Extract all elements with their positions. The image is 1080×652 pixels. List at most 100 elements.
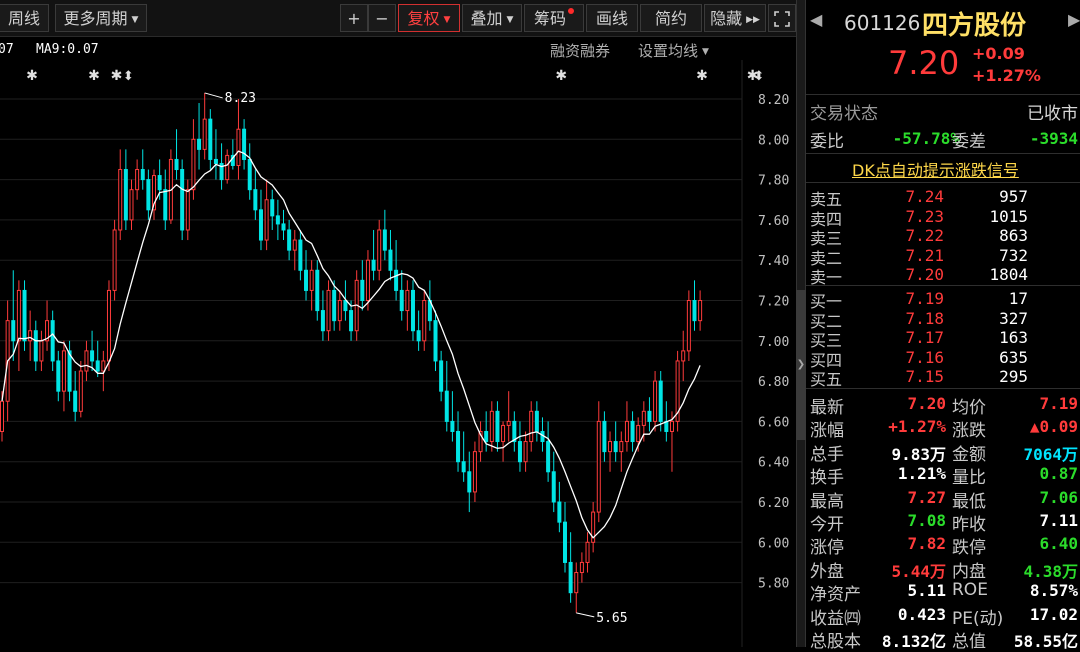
candle-body[interactable]: [174, 158, 179, 171]
candle-body[interactable]: [67, 350, 72, 392]
candle-body[interactable]: [534, 410, 539, 432]
simple-mode-button[interactable]: 简约: [640, 4, 702, 32]
candle-body[interactable]: [304, 269, 309, 291]
candle-body[interactable]: [101, 360, 106, 372]
candle-body[interactable]: [653, 380, 658, 422]
candle-body[interactable]: [292, 239, 297, 251]
candle-body[interactable]: [275, 215, 280, 225]
zoom-out-button[interactable]: −: [368, 4, 396, 32]
candle-body[interactable]: [90, 350, 95, 362]
candle-body[interactable]: [517, 441, 522, 463]
candle-body[interactable]: [557, 501, 562, 523]
candle-body[interactable]: [624, 420, 629, 443]
candle-body[interactable]: [73, 390, 78, 412]
ma-settings-dropdown[interactable]: 设置均线 ▼: [638, 40, 709, 61]
candle-body[interactable]: [78, 370, 83, 412]
candle-body[interactable]: [529, 410, 534, 443]
candle-body[interactable]: [456, 430, 461, 463]
candle-body[interactable]: [28, 330, 33, 342]
candle-body[interactable]: [163, 189, 168, 221]
candle-body[interactable]: [61, 350, 66, 392]
hide-button[interactable]: 隐藏 ▶▶: [704, 4, 766, 32]
dk-signal-link[interactable]: DK点自动提示涨跌信号: [852, 157, 1019, 181]
overlay-dropdown[interactable]: 叠加 ▼: [462, 4, 522, 32]
candle-body[interactable]: [298, 239, 303, 271]
candle-body[interactable]: [309, 269, 314, 291]
candle-body[interactable]: [467, 471, 472, 493]
candle-body[interactable]: [16, 289, 21, 342]
candle-body[interactable]: [146, 179, 151, 211]
candle-body[interactable]: [236, 128, 241, 166]
candle-body[interactable]: [563, 521, 567, 563]
candle-body[interactable]: [608, 441, 613, 453]
candle-body[interactable]: [140, 169, 145, 181]
candle-body[interactable]: [416, 330, 421, 342]
event-star-icon[interactable]: ✱: [88, 68, 100, 84]
candle-body[interactable]: [377, 229, 382, 271]
draw-line-button[interactable]: 画线: [586, 4, 638, 32]
candle-body[interactable]: [326, 289, 331, 332]
event-arrow-icon[interactable]: ⬍: [123, 69, 134, 84]
candle-body[interactable]: [197, 138, 202, 150]
candle-body[interactable]: [253, 189, 258, 211]
candle-body[interactable]: [546, 441, 551, 473]
candle-body[interactable]: [264, 199, 269, 241]
candle-body[interactable]: [568, 561, 573, 594]
candle-body[interactable]: [332, 289, 337, 322]
candle-body[interactable]: [388, 249, 393, 271]
candle-body[interactable]: [202, 118, 207, 150]
candle-body[interactable]: [681, 350, 686, 362]
candle-body[interactable]: [281, 223, 286, 231]
candle-body[interactable]: [343, 300, 348, 312]
candle-body[interactable]: [484, 430, 489, 443]
more-periods-dropdown[interactable]: 更多周期 ▼: [55, 4, 147, 32]
candle-body[interactable]: [658, 380, 663, 422]
candle-body[interactable]: [106, 289, 111, 362]
candle-body[interactable]: [11, 320, 16, 342]
candle-body[interactable]: [399, 289, 404, 312]
candle-body[interactable]: [50, 320, 55, 362]
candle-body[interactable]: [360, 279, 365, 302]
event-star-icon[interactable]: ✱: [26, 68, 38, 84]
candle-body[interactable]: [365, 259, 370, 302]
period-week-button[interactable]: 周线: [0, 4, 49, 32]
candle-body[interactable]: [247, 158, 252, 191]
candle-body[interactable]: [33, 330, 38, 362]
candle-body[interactable]: [0, 400, 4, 432]
next-stock-icon[interactable]: ▶: [1068, 10, 1080, 29]
candle-body[interactable]: [692, 300, 697, 322]
candle-body[interactable]: [129, 189, 134, 221]
candle-body[interactable]: [619, 441, 624, 453]
candle-body[interactable]: [439, 360, 444, 392]
candle-body[interactable]: [287, 229, 292, 251]
event-star-icon[interactable]: ✱: [555, 68, 567, 84]
candle-body[interactable]: [112, 229, 117, 291]
candle-body[interactable]: [450, 420, 455, 432]
event-arrow-icon[interactable]: ⬍: [753, 69, 764, 84]
candle-body[interactable]: [118, 169, 123, 231]
candle-body[interactable]: [95, 360, 100, 372]
fullscreen-button[interactable]: [768, 4, 796, 32]
candle-body[interactable]: [523, 441, 528, 463]
event-star-icon[interactable]: ✱: [696, 68, 708, 84]
candle-body[interactable]: [157, 175, 162, 191]
candle-body[interactable]: [551, 471, 556, 503]
candle-body[interactable]: [39, 340, 44, 362]
candle-body[interactable]: [444, 390, 449, 422]
margin-trading-link[interactable]: 融资融券: [550, 40, 610, 61]
candle-body[interactable]: [433, 320, 438, 362]
candle-body[interactable]: [630, 420, 635, 443]
candle-body[interactable]: [180, 169, 185, 231]
candle-body[interactable]: [337, 300, 342, 322]
candle-body[interactable]: [208, 118, 213, 160]
candle-body[interactable]: [574, 572, 579, 594]
candle-body[interactable]: [647, 410, 652, 422]
candle-body[interactable]: [123, 169, 128, 221]
candle-body[interactable]: [698, 300, 703, 322]
candle-body[interactable]: [596, 420, 601, 513]
candle-body[interactable]: [225, 154, 230, 181]
event-star-icon[interactable]: ✱: [111, 68, 123, 84]
candle-body[interactable]: [686, 300, 691, 352]
candle-body[interactable]: [461, 461, 466, 473]
candle-body[interactable]: [495, 410, 500, 443]
